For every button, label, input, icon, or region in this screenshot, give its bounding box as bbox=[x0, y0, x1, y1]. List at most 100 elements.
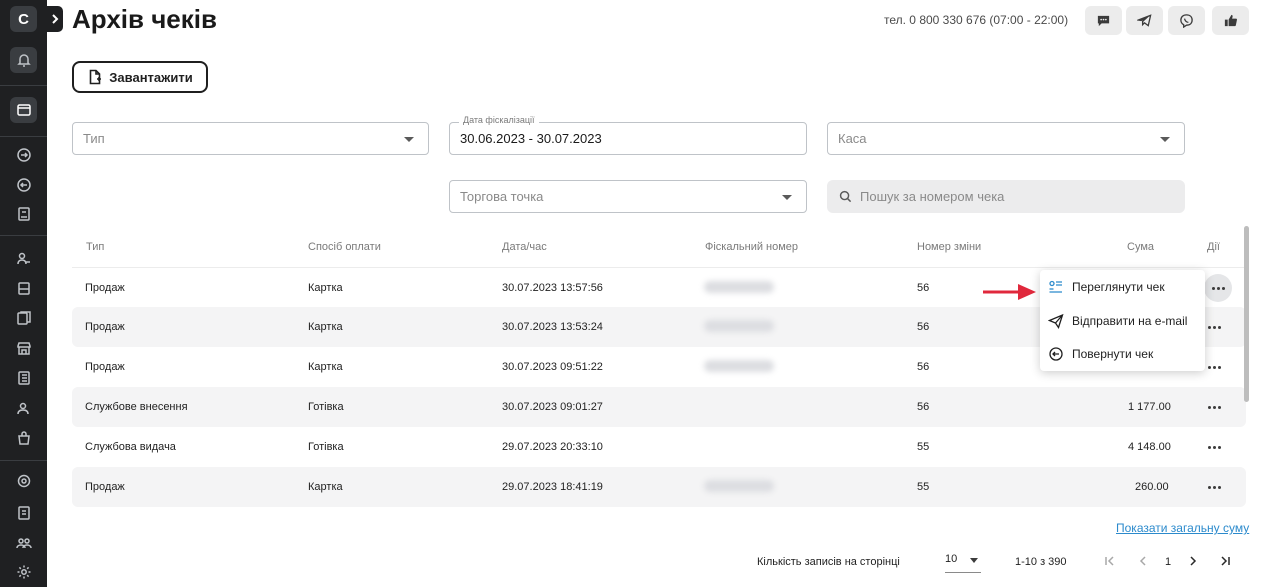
chevron-right-icon bbox=[52, 14, 59, 24]
cell-sum: 1 177.00 bbox=[1128, 401, 1171, 413]
type-select[interactable]: Тип bbox=[72, 122, 429, 155]
date-range-label: Дата фіскалізації bbox=[459, 115, 539, 125]
page-title: Архів чеків bbox=[72, 4, 217, 34]
cell-type: Продаж bbox=[85, 481, 125, 493]
file-add-icon bbox=[89, 69, 102, 85]
telegram-icon[interactable] bbox=[1126, 6, 1163, 35]
cell-shift: 55 bbox=[917, 441, 930, 453]
cell-payment: Картка bbox=[308, 321, 343, 333]
settings-cog-icon[interactable] bbox=[10, 468, 37, 494]
register-select-placeholder: Каса bbox=[838, 131, 867, 146]
gear-icon[interactable] bbox=[10, 559, 37, 585]
sidebar-toggle-button[interactable] bbox=[47, 6, 63, 32]
rows-per-page-label: Кількість записів на сторінці bbox=[757, 556, 900, 568]
bell-icon[interactable] bbox=[10, 47, 37, 73]
last-page-icon[interactable] bbox=[1216, 552, 1234, 570]
rows-per-page-select[interactable]: 10 bbox=[945, 553, 981, 573]
cell-shift: 55 bbox=[917, 481, 930, 493]
menu-item-send-email-label: Відправити на e-mail bbox=[1072, 314, 1188, 328]
cell-payment: Картка bbox=[308, 282, 343, 294]
fiscal-number-redacted bbox=[704, 281, 774, 293]
column-header-datetime[interactable]: Дата/час bbox=[502, 241, 547, 253]
sidebar-divider bbox=[0, 85, 47, 86]
first-page-icon[interactable] bbox=[1101, 552, 1119, 570]
report-icon[interactable] bbox=[10, 201, 37, 227]
caret-down-icon bbox=[1160, 137, 1170, 142]
cell-sum: 4 148.00 bbox=[1128, 441, 1171, 453]
column-header-payment[interactable]: Спосіб оплати bbox=[308, 241, 381, 253]
logo-letter: С bbox=[18, 10, 29, 28]
cell-payment: Картка bbox=[308, 361, 343, 373]
bag-icon[interactable] bbox=[10, 425, 37, 451]
next-page-icon[interactable] bbox=[1184, 552, 1202, 570]
receipt-icon[interactable] bbox=[10, 97, 37, 123]
register-select[interactable]: Каса bbox=[827, 122, 1185, 155]
support-phone: тел. 0 800 330 676 (07:00 - 22:00) bbox=[884, 13, 1069, 27]
rows-per-page-value: 10 bbox=[945, 553, 958, 565]
documents-icon[interactable] bbox=[10, 305, 37, 331]
caret-down-icon bbox=[970, 558, 978, 563]
table-row[interactable]: Продаж Картка 29.07.2023 18:41:19 55 260… bbox=[72, 467, 1246, 507]
person-icon[interactable] bbox=[10, 395, 37, 421]
show-total-link[interactable]: Показати загальну суму bbox=[1116, 521, 1249, 535]
cell-type: Службове внесення bbox=[85, 401, 188, 413]
caret-down-icon bbox=[782, 195, 792, 200]
date-range-value: 30.06.2023 - 30.07.2023 bbox=[460, 131, 602, 146]
more-actions-icon[interactable] bbox=[1204, 317, 1224, 337]
more-actions-icon[interactable] bbox=[1204, 437, 1224, 457]
cell-shift: 56 bbox=[917, 321, 930, 333]
menu-item-view-receipt-label: Переглянути чек bbox=[1072, 280, 1165, 294]
more-actions-icon[interactable] bbox=[1204, 357, 1224, 377]
receipt-search-input[interactable]: Пошук за номером чека bbox=[827, 180, 1185, 213]
row-actions-menu: Переглянути чек Відправити на e-mail Пов… bbox=[1040, 270, 1205, 371]
sidebar: С bbox=[0, 0, 47, 587]
more-actions-icon[interactable] bbox=[1204, 274, 1232, 302]
team-icon[interactable] bbox=[10, 530, 37, 556]
return-icon[interactable] bbox=[10, 172, 37, 198]
red-arrow-annotation bbox=[983, 284, 1036, 300]
list-icon[interactable] bbox=[10, 365, 37, 391]
more-actions-icon[interactable] bbox=[1204, 477, 1224, 497]
cell-type: Продаж bbox=[85, 361, 125, 373]
cell-datetime: 30.07.2023 09:51:22 bbox=[502, 361, 603, 373]
date-range-field[interactable]: Дата фіскалізації 30.06.2023 - 30.07.202… bbox=[449, 115, 807, 155]
column-header-type[interactable]: Тип bbox=[86, 241, 104, 253]
login-icon[interactable] bbox=[10, 142, 37, 168]
chat-icon[interactable] bbox=[1085, 6, 1122, 35]
search-icon bbox=[839, 190, 852, 203]
download-button-label: Завантажити bbox=[109, 69, 193, 85]
fiscal-number-redacted bbox=[704, 480, 774, 492]
caret-down-icon bbox=[404, 137, 414, 142]
viber-icon[interactable] bbox=[1168, 6, 1205, 35]
menu-item-view-receipt[interactable]: Переглянути чек bbox=[1048, 277, 1165, 297]
table-row[interactable]: Службова видача Готівка 29.07.2023 20:33… bbox=[72, 427, 1246, 467]
table-scrollbar[interactable] bbox=[1244, 226, 1249, 402]
users-icon[interactable] bbox=[10, 245, 37, 271]
cell-payment: Картка bbox=[308, 481, 343, 493]
type-select-placeholder: Тип bbox=[83, 131, 105, 146]
book-icon[interactable] bbox=[10, 500, 37, 526]
more-actions-icon[interactable] bbox=[1204, 397, 1224, 417]
cell-type: Продаж bbox=[85, 321, 125, 333]
download-button[interactable]: Завантажити bbox=[72, 61, 208, 93]
pagination-range: 1-10 з 390 bbox=[1015, 556, 1067, 568]
thumbs-up-icon[interactable] bbox=[1212, 6, 1249, 35]
column-header-sum[interactable]: Сума bbox=[1127, 241, 1154, 253]
prev-page-icon[interactable] bbox=[1134, 552, 1152, 570]
column-header-fiscal-number[interactable]: Фіскальний номер bbox=[705, 241, 798, 253]
store-select[interactable]: Торгова точка bbox=[449, 180, 807, 213]
logo-button[interactable]: С bbox=[10, 6, 37, 32]
menu-item-send-email[interactable]: Відправити на e-mail bbox=[1048, 311, 1187, 331]
table-row[interactable]: Службове внесення Готівка 30.07.2023 09:… bbox=[72, 387, 1246, 427]
return-icon bbox=[1049, 347, 1063, 361]
cell-datetime: 30.07.2023 09:01:27 bbox=[502, 401, 603, 413]
store-icon[interactable] bbox=[10, 335, 37, 361]
menu-item-return-receipt[interactable]: Повернути чек bbox=[1048, 344, 1153, 364]
column-header-shift[interactable]: Номер зміни bbox=[917, 241, 981, 253]
sidebar-divider bbox=[0, 136, 47, 137]
cell-sum: 260.00 bbox=[1135, 481, 1169, 493]
register-icon[interactable] bbox=[10, 275, 37, 301]
cell-payment: Готівка bbox=[308, 441, 344, 453]
store-select-placeholder: Торгова точка bbox=[460, 189, 544, 204]
cell-shift: 56 bbox=[917, 282, 930, 294]
